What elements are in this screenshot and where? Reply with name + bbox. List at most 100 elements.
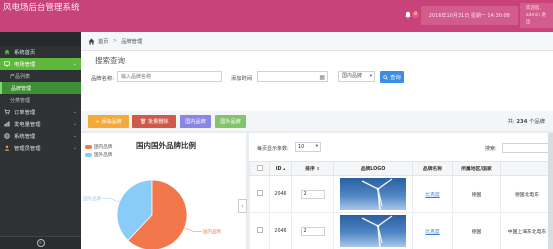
sort-icon: ⇕ <box>316 166 320 171</box>
page-length-select[interactable]: 10 ▾ <box>295 142 321 152</box>
brand-name-label: 品牌名称: <box>91 76 114 82</box>
foreign-brand-button[interactable]: 国外品牌 <box>215 115 246 128</box>
top-header: 风电场后台管理系统 8 2016年10月31日 星期一 14:30:08 欢迎您… <box>0 0 553 32</box>
pie-label-line <box>102 198 120 203</box>
sidebar-top <box>0 32 81 46</box>
table-search-input[interactable] <box>502 143 553 153</box>
sidebar-item-admins[interactable]: 管理员管理 ⌄ <box>0 142 81 154</box>
select-all-header[interactable] <box>249 161 270 176</box>
region-select[interactable]: 国内品牌 ▾ <box>338 71 375 82</box>
sort-input[interactable]: 2 <box>300 226 325 236</box>
sidebar-item-label: 管理员管理 <box>14 146 41 152</box>
notification-button[interactable]: 8 <box>401 7 419 23</box>
page-length-value: 10 <box>298 144 305 150</box>
sidebar-item-orders[interactable]: 订单管理 ⌄ <box>0 106 81 118</box>
row-desc: 德国北电东 <box>500 175 553 213</box>
row-region: 德国 <box>452 212 501 249</box>
sidebar-item-label: 分类管理 <box>10 97 31 104</box>
add-brand-button[interactable]: + 添加品牌 <box>88 115 129 128</box>
brand-table: ID ▴ 排序 ⇕ 品牌LOGO 品牌名称 所属地区/国家 2046 2 比克度… <box>249 161 553 249</box>
legend-label-domestic: 国内品牌 <box>94 145 113 150</box>
count-value: 234 <box>516 119 528 125</box>
row-checkbox-cell[interactable] <box>249 212 270 249</box>
users-icon <box>4 145 10 151</box>
sidebar-item-label: 系统管理 <box>14 134 36 140</box>
header-right: 8 2016年10月31日 星期一 14:30:08 欢迎您, admin 退出 <box>401 2 553 28</box>
user-menu[interactable]: 欢迎您, admin 退出 <box>519 2 553 28</box>
chart-collapse-handle[interactable]: ‹ <box>238 199 247 213</box>
chart-title: 国内国外品牌比例 <box>136 141 196 150</box>
sidebar-item-label: 订单管理 <box>14 110 36 116</box>
sidebar-sub-brand-management[interactable]: 品牌管理 <box>0 82 81 94</box>
sidebar-item-label: 品牌管理 <box>11 85 32 92</box>
notification-badge: 8 <box>412 11 419 18</box>
chevron-down-icon: ▾ <box>369 74 372 79</box>
pie-slice-label: 国内品牌 <box>203 228 221 235</box>
pie-label-line <box>184 227 202 232</box>
checkbox[interactable] <box>256 164 263 171</box>
brand-name-input[interactable] <box>117 71 222 82</box>
datetime-display: 2016年10月31日 星期一 14:30:08 <box>420 5 518 25</box>
domestic-brand-button[interactable]: 国内品牌 <box>180 115 211 128</box>
column-header-region: 所属地区/国家 <box>452 161 501 176</box>
sidebar-item-power[interactable]: 发电量管理 ⌄ <box>0 118 81 130</box>
sort-input[interactable]: 2 <box>300 189 325 199</box>
column-header-logo: 品牌LOGO <box>333 161 413 176</box>
legend-swatch-foreign <box>85 153 92 157</box>
brand-table-area: 每页显示条数: 10 ▾ 搜索: ID ▴ 排序 ⇕ 品牌LOGO 品牌名称 所… <box>249 133 553 249</box>
brand-logo-image <box>340 215 406 247</box>
breadcrumb-home[interactable]: 首页 <box>98 37 109 45</box>
row-region: 德国 <box>452 175 501 213</box>
column-header-name: 品牌名称 <box>412 161 453 176</box>
sidebar-item-label: 产品列表 <box>10 73 31 80</box>
sidebar-sub-product-list[interactable]: 产品列表 <box>0 70 81 82</box>
cart-icon <box>4 109 10 115</box>
legend-swatch-domestic <box>85 145 92 149</box>
sidebar-item-site-management[interactable]: 电场管理 ⌄ <box>0 58 81 70</box>
user-name: admin 退出 <box>525 12 546 25</box>
batch-delete-label: 批量删除 <box>148 119 169 125</box>
legend-domestic[interactable]: 国内品牌 <box>85 144 112 150</box>
row-brand-name[interactable]: 比克度 <box>412 212 453 249</box>
date-input[interactable]: ▦ <box>257 71 328 82</box>
breadcrumb-separator: > <box>112 38 118 44</box>
sidebar-item-home[interactable]: 系统首页 <box>0 46 81 58</box>
chevron-down-icon: ▾ <box>315 144 318 149</box>
legend-foreign[interactable]: 国外品牌 <box>85 152 112 158</box>
row-logo-cell <box>333 175 413 213</box>
page-scrollbar[interactable] <box>548 133 553 249</box>
sidebar-item-system[interactable]: 系统管理 ⌄ <box>0 130 81 142</box>
chart-icon <box>4 121 10 127</box>
sidebar-collapse-bar[interactable]: « <box>0 236 81 249</box>
column-header-desc <box>500 161 553 176</box>
collapse-icon: « <box>36 239 45 247</box>
gear-icon <box>4 133 10 139</box>
chevron-down-icon: ⌄ <box>72 109 77 115</box>
count-prefix: 共: <box>507 119 515 125</box>
home-icon <box>88 38 95 44</box>
breadcrumb: 首页 > 品牌管理 <box>81 32 553 51</box>
row-checkbox-cell[interactable] <box>249 175 270 213</box>
row-id: 2046 <box>269 212 292 249</box>
app-title: 风电场后台管理系统 <box>3 3 80 13</box>
row-sort-cell: 2 <box>291 175 334 213</box>
breadcrumb-current: 品牌管理 <box>121 39 143 45</box>
search-button[interactable]: 查询 <box>380 71 404 83</box>
column-header-sort[interactable]: 排序 ⇕ <box>291 161 334 176</box>
checkbox[interactable] <box>256 227 263 233</box>
row-brand-name[interactable]: 比克度 <box>412 175 453 213</box>
page-length-label: 每页显示条数: <box>257 146 289 152</box>
column-header-id[interactable]: ID ▴ <box>269 161 292 176</box>
trash-icon: 🗑 <box>139 118 147 125</box>
sidebar-item-label: 发电量管理 <box>14 122 41 128</box>
action-bar: + 添加品牌 🗑 批量删除 国内品牌 国外品牌 共: 234 个品牌 <box>81 111 553 131</box>
batch-delete-button[interactable]: 🗑 批量删除 <box>132 115 176 128</box>
brand-count: 共: 234 个品牌 <box>508 117 545 125</box>
table-search-label: 搜索: <box>485 146 497 152</box>
row-id: 2046 <box>269 175 292 213</box>
wind-turbine-icon <box>361 178 393 210</box>
chevron-down-icon: ⌄ <box>72 61 77 67</box>
checkbox[interactable] <box>256 190 263 196</box>
sidebar-sub-category-management[interactable]: 分类管理 <box>0 94 81 106</box>
table-row: 2046 2 比克度 德国 中国上海东北电东 <box>249 212 553 249</box>
